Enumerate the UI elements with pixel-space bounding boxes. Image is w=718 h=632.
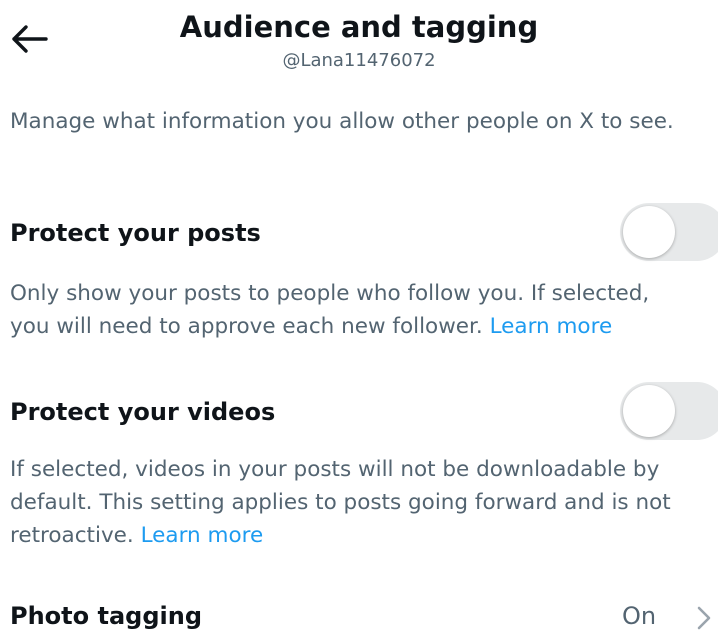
protect-posts-toggle[interactable] — [620, 203, 718, 261]
protect-videos-title: Protect your videos — [10, 398, 276, 426]
protect-posts-learn-more-link[interactable]: Learn more — [490, 314, 613, 339]
protect-videos-desc-text: retroactive. — [10, 523, 141, 548]
protect-posts-desc-line-1: Only show your posts to people who follo… — [10, 281, 650, 306]
protect-posts-desc-text: you will need to approve each new follow… — [10, 314, 490, 339]
protect-videos-desc-line-3: retroactive. Learn more — [10, 519, 715, 552]
protect-posts-desc-line-2: you will need to approve each new follow… — [10, 310, 715, 343]
protect-videos-desc-line-1: If selected, videos in your posts will n… — [10, 457, 660, 482]
toggle-knob — [623, 206, 675, 258]
protect-videos-learn-more-link[interactable]: Learn more — [141, 523, 264, 548]
intro-text: Manage what information you allow other … — [10, 109, 674, 134]
chevron-right-icon — [697, 606, 711, 630]
header: Audience and tagging @Lana11476072 — [0, 0, 718, 90]
audience-tagging-screen: Audience and tagging @Lana11476072 Manag… — [0, 0, 718, 632]
protect-posts-title: Protect your posts — [10, 219, 261, 247]
protect-videos-description: If selected, videos in your posts will n… — [10, 453, 715, 552]
account-handle: @Lana11476072 — [282, 50, 436, 71]
toggle-knob — [623, 385, 675, 437]
protect-videos-toggle[interactable] — [620, 382, 718, 440]
page-title: Audience and tagging — [179, 10, 539, 44]
protect-videos-desc-line-2: default. This setting applies to posts g… — [10, 490, 671, 515]
photo-tagging-value: On — [622, 602, 657, 630]
photo-tagging-title[interactable]: Photo tagging — [10, 600, 202, 632]
protect-posts-description: Only show your posts to people who follo… — [10, 277, 715, 343]
